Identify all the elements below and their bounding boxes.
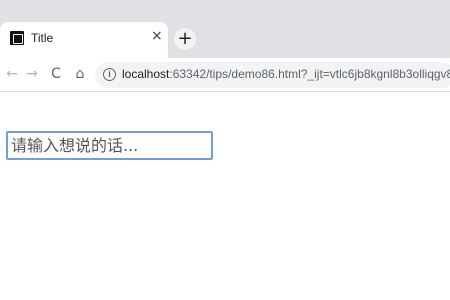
- forward-arrow-icon[interactable]: →: [24, 66, 40, 82]
- home-icon[interactable]: ⌂: [72, 66, 88, 82]
- message-input[interactable]: [6, 131, 213, 160]
- site-info-icon[interactable]: i: [103, 68, 116, 81]
- back-arrow-icon[interactable]: ←: [4, 66, 20, 82]
- url-path: :63342/tips/demo86.html?_ijt=vtlc6jb8kgn…: [169, 67, 450, 81]
- tab-title-label: Title: [31, 31, 54, 45]
- url-text: localhost:63342/tips/demo86.html?_ijt=vt…: [122, 67, 450, 81]
- close-tab-icon[interactable]: ×: [151, 29, 163, 43]
- new-tab-button[interactable]: +: [174, 28, 196, 50]
- reload-icon[interactable]: C: [48, 66, 64, 82]
- tab-title-page[interactable]: Title ×: [0, 22, 168, 58]
- address-bar[interactable]: i localhost:63342/tips/demo86.html?_ijt=…: [95, 62, 450, 88]
- page-favicon-icon: [10, 31, 24, 45]
- browser-toolbar: ← → C ⌂ i localhost:63342/tips/demo86.ht…: [0, 58, 450, 92]
- page-content: [0, 93, 450, 300]
- url-host: localhost: [122, 67, 170, 81]
- tab-strip: Title × +: [0, 0, 450, 58]
